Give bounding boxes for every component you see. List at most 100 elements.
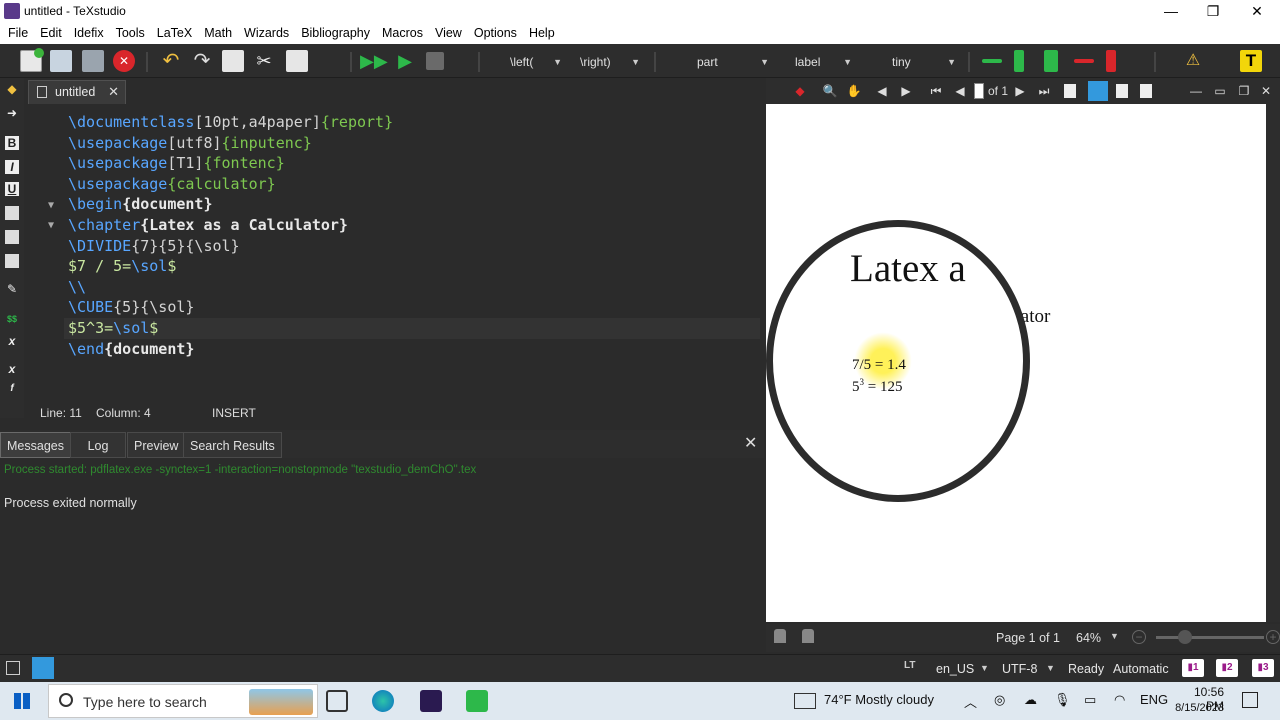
pdf-sync-icon[interactable]: ◆ [792,83,808,99]
structure-toggle-icon[interactable] [6,661,20,675]
back-icon[interactable]: ◀ [874,83,890,99]
highlight-icon[interactable]: ⚠ [1182,50,1204,72]
pdf-minimize-icon[interactable]: — [1188,83,1204,99]
zoom-out-icon[interactable]: − [1132,630,1146,644]
encoding-selector[interactable]: UTF-8 [1002,662,1037,676]
close-panel-icon[interactable]: ✕ [744,433,757,453]
menu-math[interactable]: Math [198,26,238,40]
redo-icon[interactable]: ↷ [191,50,213,72]
underline-icon[interactable]: U [5,182,19,196]
tab-search-results[interactable]: Search Results [183,432,282,458]
pdf-maximize-icon[interactable]: ▭ [1212,83,1228,99]
text-icon[interactable]: T [1240,50,1262,72]
windows-start-icon[interactable] [14,693,30,709]
superscript-icon[interactable]: x [5,362,19,376]
notifications-icon[interactable] [1242,692,1258,708]
math-mode-icon[interactable]: $$ [5,312,19,326]
single-page-icon[interactable] [1064,84,1076,98]
vertical-line-icon[interactable] [1014,50,1024,72]
close-window-icon[interactable]: ✕ [1234,0,1280,22]
tab-untitled[interactable]: untitled ✕ [28,80,126,104]
horizontal-line-icon[interactable] [982,59,1002,63]
code-editor[interactable]: \documentclass[10pt,a4paper]{report} \us… [24,104,764,400]
sectioning-combo[interactable]: part ▼ [697,52,769,72]
menu-options[interactable]: Options [468,26,523,40]
build-and-view-icon[interactable]: ▶▶ [360,50,388,72]
edge-browser-icon[interactable] [372,690,394,712]
two-pages-icon[interactable] [1116,84,1128,98]
fold-arrow-icon[interactable]: ▼ [48,200,54,211]
bookmark-2-icon[interactable]: ▮2 [1216,659,1238,677]
minimize-icon[interactable]: — [1148,0,1194,22]
menu-help[interactable]: Help [523,26,561,40]
menu-latex[interactable]: LaTeX [151,26,198,40]
bookmark-1-icon[interactable]: ▮1 [1182,659,1204,677]
wifi-icon[interactable]: ◠ [1114,692,1125,708]
align-left-icon[interactable] [5,206,19,220]
continuous-page-icon[interactable] [1088,81,1108,101]
zoom-icon[interactable]: 🔍 [822,83,838,99]
tab-log[interactable]: Log [70,432,126,458]
fold-arrow-icon[interactable]: ▼ [48,220,54,231]
copy-icon[interactable] [222,50,244,72]
messages-toggle-icon[interactable] [32,657,54,679]
undo-icon[interactable]: ↶ [160,50,182,72]
show-hidden-icons-icon[interactable]: ︿ [964,692,977,711]
new-file-icon[interactable] [20,48,44,72]
lock-icon[interactable] [774,629,786,643]
menu-edit[interactable]: Edit [34,26,68,40]
remove-column-icon[interactable] [1106,50,1116,72]
italic-icon[interactable]: I [5,160,19,174]
paste-icon[interactable] [286,50,308,72]
bookmark-3-icon[interactable]: ▮3 [1252,659,1274,677]
hand-tool-icon[interactable]: ✋ [846,83,862,99]
arrow-right-icon[interactable]: ➜ [5,106,19,120]
restore-icon[interactable]: ❐ [1190,0,1236,22]
page-number-input[interactable] [974,83,984,99]
menu-view[interactable]: View [429,26,468,40]
compile-mode[interactable]: Automatic [1113,662,1169,676]
language-selector[interactable]: en_US [936,662,974,676]
zoom-slider[interactable] [1156,636,1264,639]
zoom-slider-handle[interactable] [1178,630,1192,644]
pdf-scrollbar[interactable] [1266,104,1280,622]
first-page-icon[interactable]: ⏮ [928,83,944,99]
fit-page-icon[interactable] [1140,84,1152,98]
zoom-in-icon[interactable]: + [1266,630,1280,644]
battery-icon[interactable]: ▭ [1084,692,1096,708]
zoom-level[interactable]: 64% [1076,631,1101,645]
lock-icon[interactable] [802,629,814,643]
texstudio-taskbar-icon[interactable] [420,690,442,712]
compile-icon[interactable]: ▶ [394,50,416,72]
menu-bibliography[interactable]: Bibliography [295,26,376,40]
taskbar-search-box[interactable]: Type here to search [48,684,318,718]
subscript-icon[interactable]: x [5,334,19,348]
bookmark-icon[interactable]: ◆ [5,82,19,96]
meet-now-icon[interactable]: ◎ [994,692,1005,708]
tab-messages[interactable]: Messages [0,432,71,458]
language-indicator[interactable]: ENG [1140,692,1168,707]
cloud-icon[interactable]: ☁ [1024,692,1037,708]
next-page-icon[interactable]: ▶ [1012,83,1028,99]
align-center-icon[interactable] [5,230,19,244]
recorder-taskbar-icon[interactable] [466,690,488,712]
pdf-close-icon[interactable]: ✕ [1258,83,1274,99]
forward-icon[interactable]: ▶ [898,83,914,99]
close-tab-icon[interactable]: ✕ [108,81,119,103]
chevron-down-icon[interactable]: ▼ [1046,663,1055,673]
save-icon[interactable] [82,50,104,72]
chevron-down-icon[interactable]: ▼ [980,663,989,673]
pdf-page[interactable]: ulator Latex a 7/5 = 1.4 53 = 125 [766,104,1266,622]
tab-preview[interactable]: Preview [127,432,186,458]
fraction-icon[interactable]: f [5,382,19,396]
menu-tools[interactable]: Tools [110,26,151,40]
last-page-icon[interactable]: ⏭ [1036,83,1052,99]
open-file-icon[interactable] [50,50,72,72]
close-file-icon[interactable]: ✕ [113,50,135,72]
pdf-window-icon[interactable]: ❐ [1236,83,1252,99]
microphone-icon[interactable]: 🎙 [1054,692,1071,708]
align-right-icon[interactable] [5,254,19,268]
table-add-icon[interactable] [1044,50,1058,72]
previous-page-icon[interactable]: ◀ [952,83,968,99]
menu-wizards[interactable]: Wizards [238,26,295,40]
